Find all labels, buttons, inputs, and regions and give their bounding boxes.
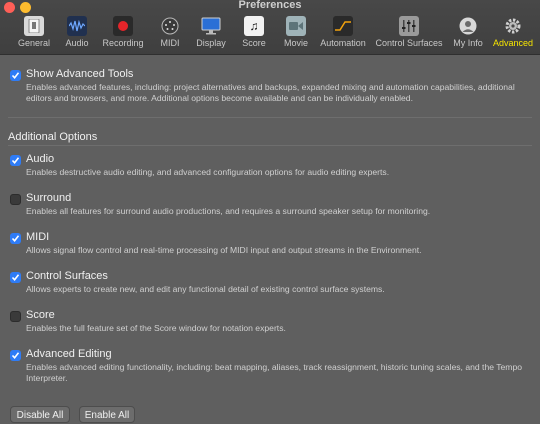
control-surfaces-icon (399, 16, 419, 36)
show-advanced-tools-description: Enables advanced features, including: pr… (26, 82, 515, 103)
score-checkbox[interactable] (10, 311, 21, 322)
tab-score-label: Score (242, 38, 266, 48)
section-divider (8, 117, 532, 118)
midi-icon (160, 16, 180, 36)
window-title: Preferences (238, 0, 302, 11)
control-surfaces-checkbox[interactable] (10, 272, 21, 283)
tab-midi[interactable]: MIDI (155, 14, 185, 54)
tab-audio-label: Audio (65, 38, 89, 48)
enable-all-button[interactable]: Enable All (79, 406, 135, 423)
tab-my-info-label: My Info (453, 38, 483, 48)
midi-option-label: MIDI (26, 231, 50, 243)
tab-general-label: General (17, 38, 51, 48)
show-advanced-tools-label: Show Advanced Tools (26, 68, 134, 80)
tab-automation[interactable]: Automation (318, 14, 368, 54)
audio-option-label: Audio (26, 153, 55, 165)
my-info-icon (458, 16, 478, 36)
additional-options-heading: Additional Options (8, 131, 98, 143)
general-icon (24, 16, 44, 36)
tab-audio[interactable]: Audio (60, 14, 94, 54)
tab-display-label: Display (196, 38, 226, 48)
control-surfaces-option-label: Control Surfaces (26, 270, 108, 282)
tab-midi-label: MIDI (160, 38, 180, 48)
surround-option-label: Surround (26, 192, 72, 204)
disable-all-button[interactable]: Disable All (10, 406, 70, 423)
tab-automation-label: Automation (320, 38, 366, 48)
section-divider (8, 145, 532, 146)
advanced-editing-checkbox[interactable] (10, 350, 21, 361)
tab-advanced[interactable]: Advanced (491, 14, 535, 54)
audio-checkbox[interactable] (10, 155, 21, 166)
advanced-editing-option-description: Enables advanced editing functionality, … (26, 362, 523, 383)
tab-recording-label: Recording (102, 38, 144, 48)
tab-control-surfaces-label: Control Surfaces (375, 38, 443, 48)
movie-icon (286, 16, 306, 36)
tab-movie-label: Movie (283, 38, 308, 48)
record-icon (113, 16, 133, 36)
gear-icon (503, 16, 523, 36)
tab-display[interactable]: Display (193, 14, 229, 54)
audio-option-description: Enables destructive audio editing, and a… (26, 167, 390, 177)
audio-icon (67, 16, 87, 36)
score-option-description: Enables the full feature set of the Scor… (26, 323, 286, 333)
surround-checkbox[interactable] (10, 194, 21, 205)
preferences-toolbar: General Audio Recording MIDI Display ♫ S… (0, 14, 540, 54)
tab-control-surfaces[interactable]: Control Surfaces (375, 14, 443, 54)
midi-option-description: Allows signal flow control and real-time… (26, 245, 422, 255)
tab-score[interactable]: ♫ Score (240, 14, 268, 54)
tab-movie[interactable]: Movie (281, 14, 311, 54)
score-icon: ♫ (244, 16, 264, 36)
midi-checkbox[interactable] (10, 233, 21, 244)
advanced-editing-option-label: Advanced Editing (26, 348, 112, 360)
control-surfaces-option-description: Allows experts to create new, and edit a… (26, 284, 385, 294)
tab-general[interactable]: General (12, 14, 56, 54)
automation-icon (333, 16, 353, 36)
tab-my-info[interactable]: My Info (452, 14, 484, 54)
surround-option-description: Enables all features for surround audio … (26, 206, 431, 216)
show-advanced-tools-checkbox[interactable] (10, 70, 21, 81)
display-icon (201, 16, 221, 36)
tab-recording[interactable]: Recording (100, 14, 146, 54)
score-option-label: Score (26, 309, 55, 321)
tab-advanced-label: Advanced (492, 38, 534, 48)
window-titlebar: Preferences General Audio Recording MIDI (0, 0, 540, 55)
